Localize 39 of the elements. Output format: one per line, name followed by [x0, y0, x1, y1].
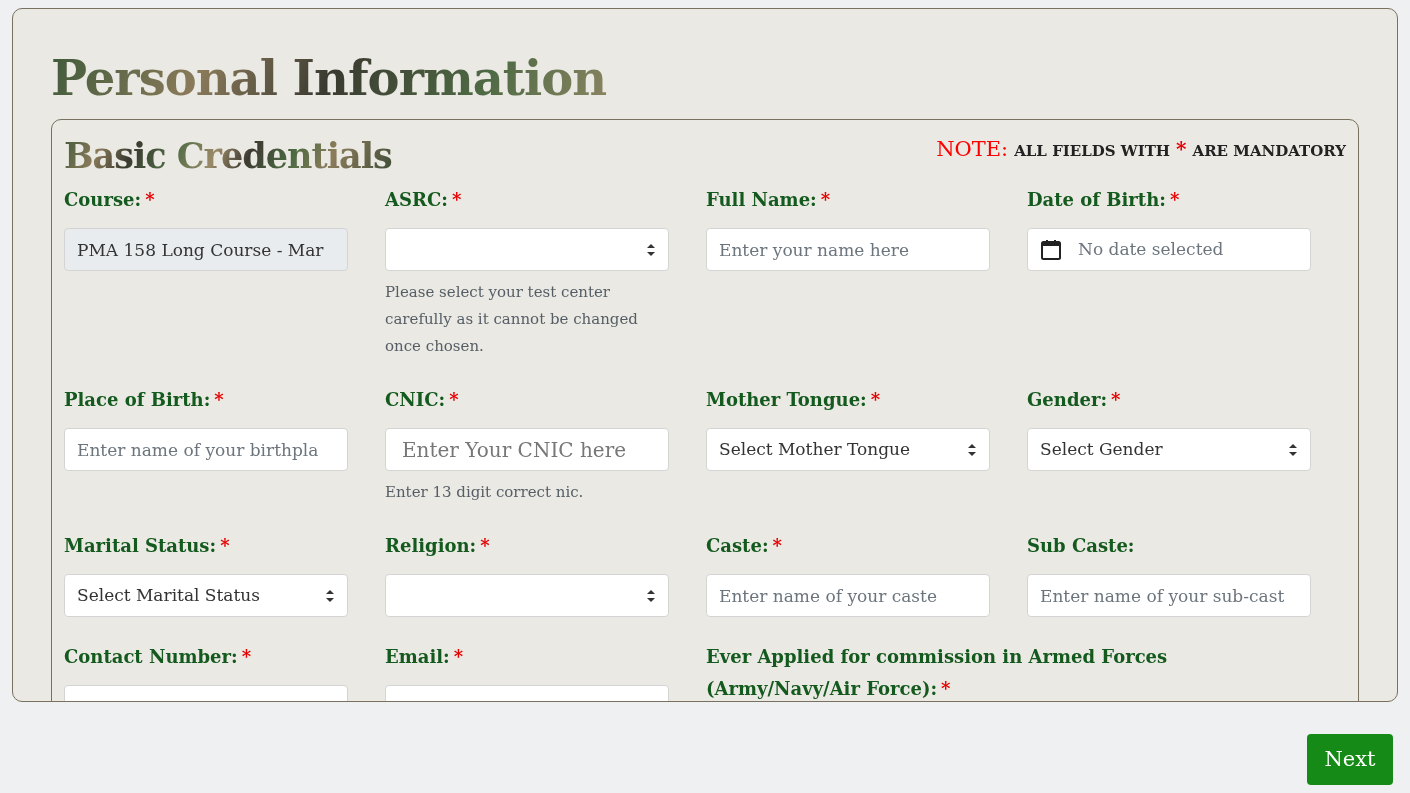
field-label: Ever Applied for commission in Armed Forces (Army/Navy/Air Force): *: [706, 645, 1169, 701]
date-picker-field[interactable]: No date selected: [1027, 228, 1311, 271]
help-text: Please select your test center carefully as it cannot be changed once chosen.: [385, 282, 639, 357]
field-label: Full Name: *: [706, 188, 831, 212]
input-field[interactable]: Enter name of your birthpla: [64, 428, 348, 471]
note-text: ALL FIELDS WITH: [1014, 141, 1171, 162]
calendar-icon: [1040, 238, 1062, 261]
field-label: Course: *: [64, 188, 155, 212]
select-dropdown[interactable]: [385, 228, 669, 271]
field-label: Contact Number: *: [64, 645, 252, 669]
input-field[interactable]: Enter name of your caste: [706, 574, 990, 617]
field-label: Sub Caste:: [1027, 534, 1135, 558]
required-asterisk: *: [1176, 136, 1187, 163]
field-label: Place of Birth: *: [64, 388, 224, 412]
field-label: Email: *: [385, 645, 464, 669]
input-field[interactable]: Enter name of your sub-cast: [1027, 574, 1311, 617]
field-label: CNIC: *: [385, 388, 459, 412]
select-dropdown[interactable]: [385, 574, 669, 617]
field-label: ASRC: *: [385, 188, 462, 212]
select-arrows-icon: [1288, 442, 1298, 457]
field-label: Caste: *: [706, 534, 782, 558]
field-label: Date of Birth: *: [1027, 188, 1180, 212]
field-label: Gender: *: [1027, 388, 1121, 412]
select-dropdown[interactable]: Select Gender: [1027, 428, 1311, 471]
input-field[interactable]: Enter your name here: [706, 228, 990, 271]
field-label: Mother Tongue: *: [706, 388, 881, 412]
help-text: Enter 13 digit correct nic.: [385, 482, 585, 503]
select-arrows-icon: [646, 588, 656, 603]
field-label: Marital Status: *: [64, 534, 230, 558]
field-label: Religion: *: [385, 534, 490, 558]
next-button[interactable]: Next: [1307, 734, 1393, 785]
select-arrows-icon: [325, 588, 335, 603]
select-arrows-icon: [646, 242, 656, 257]
select-dropdown[interactable]: Select Mother Tongue: [706, 428, 990, 471]
note-text: ARE MANDATORY: [1192, 141, 1346, 162]
select-dropdown[interactable]: Select Marital Status: [64, 574, 348, 617]
note-label: NOTE:: [936, 136, 1009, 163]
select-arrows-icon: [967, 442, 977, 457]
input-field[interactable]: Enter Your CNIC here: [385, 428, 669, 471]
